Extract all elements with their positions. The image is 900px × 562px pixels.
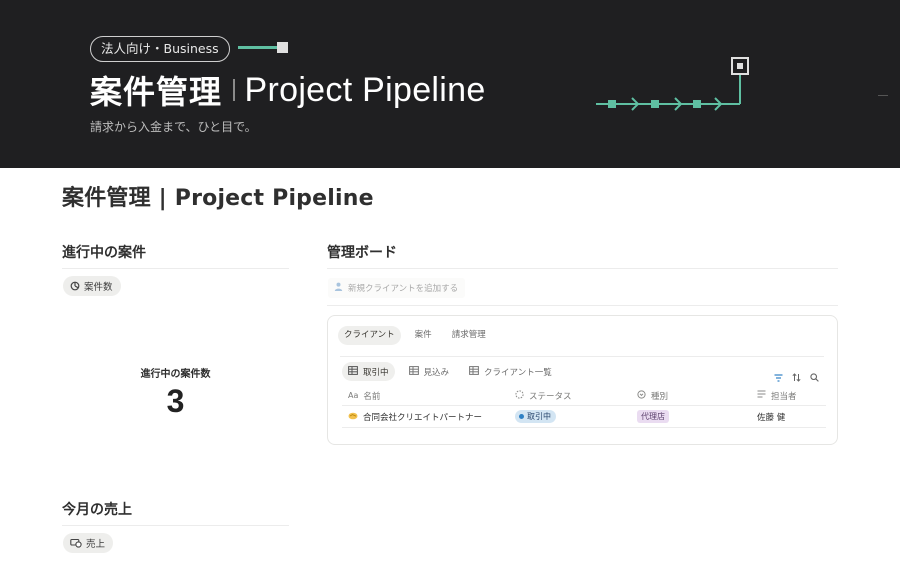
client-name: 合同会社クリエイトパートナー (363, 412, 483, 423)
search-icon[interactable] (810, 367, 819, 386)
board-heading: 管理ボード (327, 245, 397, 261)
tag-accent-square (277, 42, 288, 53)
table-header: Aa 名前 ステータス 種別 担当者 (342, 386, 826, 406)
pipeline-illustration (596, 57, 749, 111)
column-status[interactable]: ステータス (511, 389, 633, 402)
status-badge: 取引中 (515, 410, 556, 423)
table-icon (469, 365, 479, 378)
tab-clients[interactable]: クライアント (338, 326, 401, 345)
tabs-divider (340, 356, 824, 357)
column-name[interactable]: Aa 名前 (342, 390, 511, 402)
sales-chip-label: 売上 (86, 539, 106, 550)
text-property-icon (757, 390, 766, 401)
status-label: 取引中 (527, 412, 551, 421)
project-count-chip[interactable]: 案件数 (63, 276, 121, 296)
type-badge: 代理店 (637, 410, 669, 423)
column-label: 担当者 (771, 391, 797, 402)
project-count-chip-label: 案件数 (84, 282, 113, 293)
column-type[interactable]: 種別 (633, 389, 753, 402)
pie-chart-icon (70, 281, 80, 291)
banner-title-divider (233, 79, 235, 101)
select-property-icon (637, 389, 646, 402)
monthly-sales-heading: 今月の売上 (62, 502, 132, 518)
view-label: クライアント一覧 (484, 367, 552, 378)
status-dot (519, 414, 524, 419)
banner-title-jp: 案件管理 (90, 73, 223, 111)
view-active-deals[interactable]: 取引中 (342, 362, 395, 381)
cell-type[interactable]: 代理店 (633, 410, 753, 423)
status-property-icon (515, 389, 524, 402)
count-value: 3 (166, 383, 185, 419)
cell-assignee[interactable]: 佐藤 健 (753, 411, 826, 423)
money-icon (70, 538, 82, 548)
cell-name[interactable]: 合同会社クリエイトパートナー (342, 411, 511, 423)
tab-projects[interactable]: 案件 (409, 326, 438, 345)
view-switcher: 取引中 見込み クライアント一覧 (342, 362, 558, 381)
person-icon (334, 282, 343, 294)
clients-table: Aa 名前 ステータス 種別 担当者 合同会社クリエイトパートナー 取引中 代理… (342, 386, 826, 428)
view-label: 取引中 (363, 367, 389, 378)
banner-subtitle: 請求から入金まで、ひと目で。 (90, 120, 257, 134)
add-client-label: 新規クライアントを追加する (348, 284, 459, 294)
column-label: 種別 (651, 391, 669, 402)
column-label: ステータス (529, 391, 572, 402)
table-row[interactable]: 合同会社クリエイトパートナー 取引中 代理店 佐藤 健 (342, 406, 826, 428)
column-assignee[interactable]: 担当者 (753, 390, 826, 402)
table-icon (408, 365, 419, 378)
view-prospects[interactable]: 見込み (403, 362, 456, 381)
count-label: 進行中の案件数 (140, 369, 211, 380)
tab-billing[interactable]: 請求管理 (446, 326, 492, 345)
view-tools (774, 367, 819, 386)
table-icon (348, 365, 358, 378)
view-client-list[interactable]: クライアント一覧 (463, 362, 558, 381)
handshake-icon (348, 411, 358, 423)
board-tabs: クライアント 案件 請求管理 (338, 326, 492, 345)
banner-title: 案件管理 Project Pipeline (90, 68, 486, 112)
in-progress-divider (62, 268, 289, 269)
board-divider (327, 268, 838, 269)
title-property-icon: Aa (348, 391, 359, 400)
banner-title-en: Project Pipeline (244, 70, 486, 109)
filter-icon[interactable] (774, 367, 783, 386)
add-client-divider (327, 305, 838, 306)
banner-dash (878, 95, 888, 96)
view-label: 見込み (423, 367, 450, 378)
business-tag: 法人向け・Business (90, 36, 230, 62)
sales-chip[interactable]: 売上 (63, 533, 114, 553)
add-client-button[interactable]: 新規クライアントを追加する (328, 278, 465, 298)
cell-status[interactable]: 取引中 (511, 410, 633, 423)
monthly-sales-divider (62, 525, 289, 526)
column-label: 名前 (363, 391, 381, 402)
cover-banner: 法人向け・Business 案件管理 Project Pipeline 請求から… (0, 0, 900, 168)
page-title: 案件管理 | Project Pipeline (62, 186, 374, 211)
tag-accent-line (238, 46, 278, 49)
sort-icon[interactable] (792, 367, 801, 386)
in-progress-heading: 進行中の案件 (62, 245, 146, 261)
client-board: クライアント 案件 請求管理 取引中 見込み クライアント一覧 Aa 名前 ステ… (327, 315, 838, 445)
